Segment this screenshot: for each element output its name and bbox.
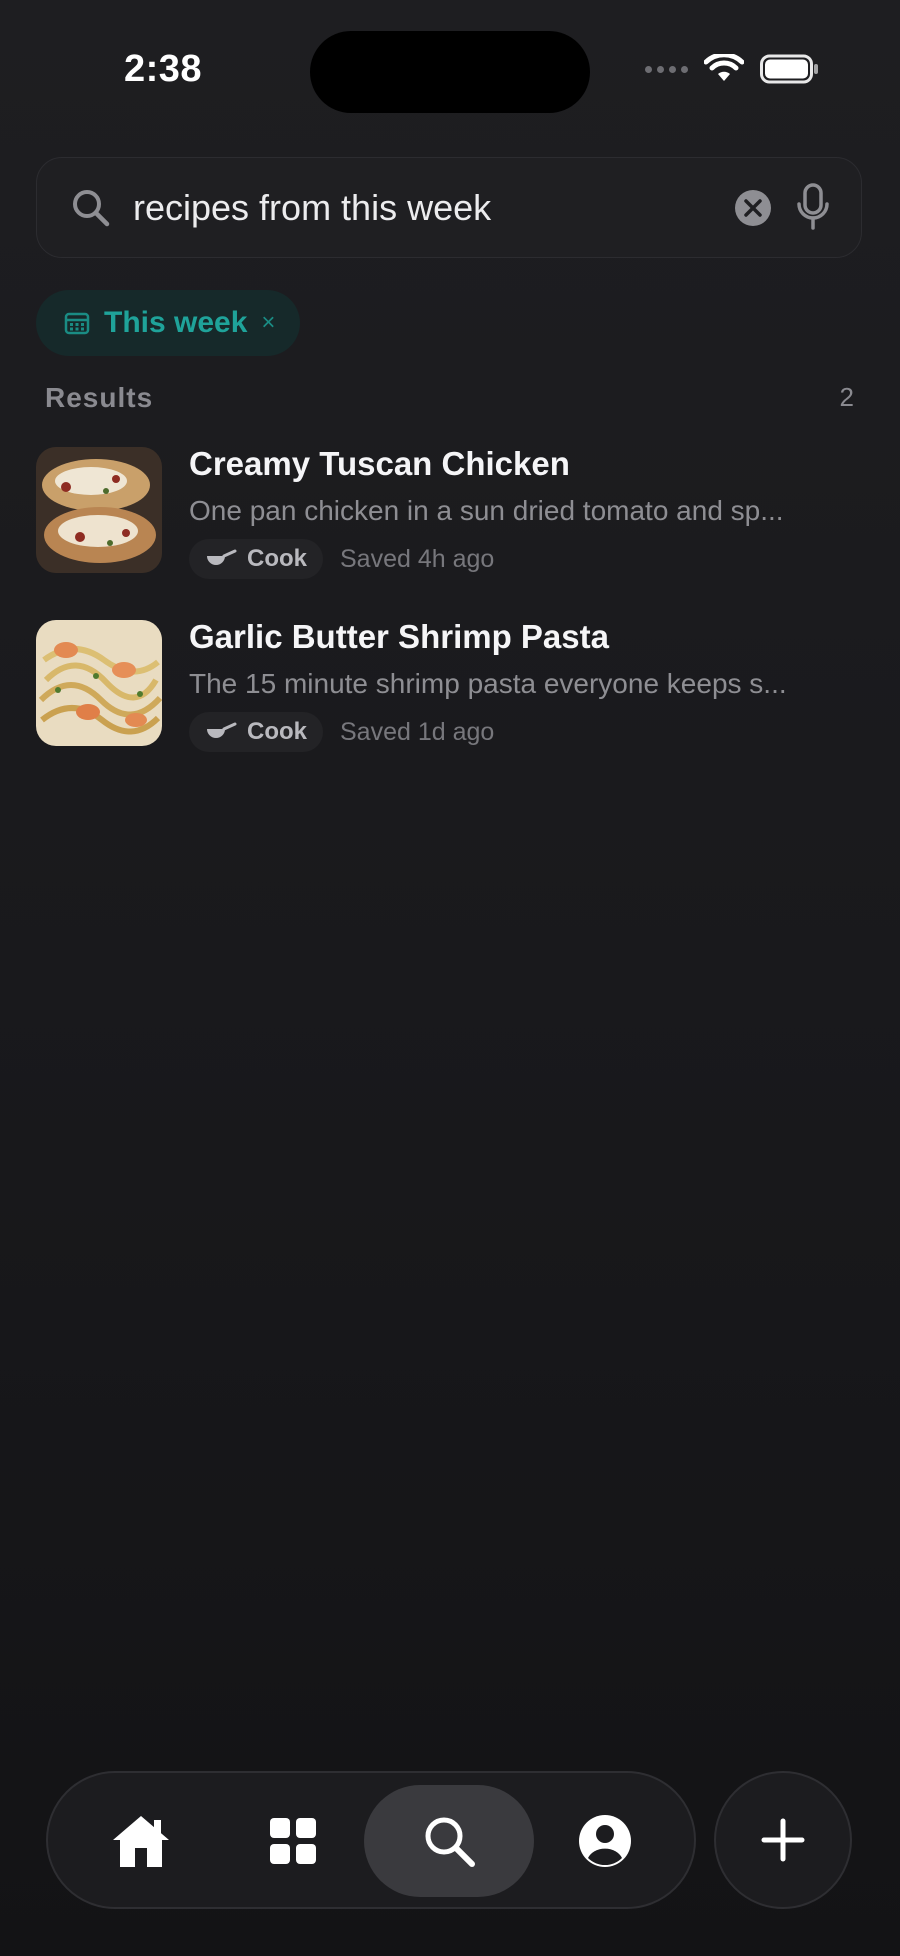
search-input[interactable] [133, 180, 733, 236]
status-time: 2:38 [124, 48, 203, 90]
recipe-title: Garlic Butter Shrimp Pasta [189, 618, 609, 655]
tab-home[interactable] [56, 1785, 226, 1897]
list-item[interactable]: Garlic Butter Shrimp Pasta The 15 minute… [36, 618, 866, 752]
clear-search-icon[interactable] [733, 188, 773, 228]
cook-badge: Cook [189, 539, 323, 579]
plus-icon [761, 1818, 805, 1862]
recipe-description: The 15 minute shrimp pasta everyone keep… [189, 668, 787, 699]
microphone-icon[interactable] [793, 182, 833, 232]
grid-icon [270, 1818, 316, 1864]
search-bar[interactable] [36, 157, 862, 258]
tab-collections[interactable] [208, 1785, 378, 1897]
calendar-icon [64, 311, 90, 335]
bottom-tab-bar [46, 1771, 696, 1909]
badge-label: Cook [247, 718, 307, 745]
recipe-title: Creamy Tuscan Chicken [189, 445, 570, 482]
tab-search[interactable] [364, 1785, 534, 1897]
search-icon [425, 1817, 475, 1867]
battery-icon [760, 54, 818, 84]
filter-chip-this-week[interactable]: This week × [36, 290, 300, 356]
dynamic-island [310, 31, 590, 113]
signal-dots-icon [645, 65, 688, 73]
results-heading: Results [45, 382, 154, 413]
recipe-thumbnail [36, 620, 162, 746]
home-icon [113, 1816, 169, 1867]
wifi-icon [704, 54, 744, 81]
list-item[interactable]: Creamy Tuscan Chicken One pan chicken in… [36, 445, 866, 579]
recipe-thumbnail [36, 447, 162, 573]
results-count: 2 [839, 382, 854, 412]
chip-close-icon[interactable]: × [261, 309, 275, 337]
tab-profile[interactable] [520, 1785, 690, 1897]
saved-time: Saved 4h ago [340, 545, 495, 573]
search-icon [73, 190, 110, 227]
status-indicators [645, 54, 820, 84]
saved-time: Saved 1d ago [340, 718, 495, 746]
filter-chip-label: This week [104, 306, 248, 339]
recipe-description: One pan chicken in a sun dried tomato an… [189, 495, 784, 526]
cook-badge: Cook [189, 712, 323, 752]
pan-icon [205, 722, 237, 742]
pan-icon [205, 549, 237, 569]
profile-icon [579, 1815, 631, 1867]
app-screen: 2:38 recipes from this week This week × … [0, 0, 900, 1956]
add-button[interactable] [714, 1771, 852, 1909]
badge-label: Cook [247, 545, 307, 572]
